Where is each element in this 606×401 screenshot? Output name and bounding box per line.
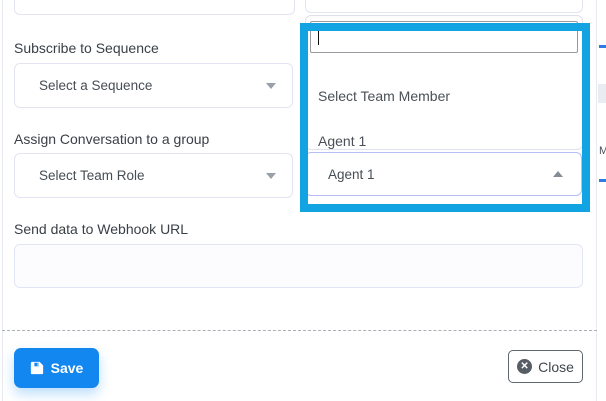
team-role-select[interactable]: Select Team Role [14,153,293,198]
close-button[interactable]: ✕ Close [508,350,583,383]
sequence-select[interactable]: Select a Sequence [14,63,293,108]
chevron-down-icon [266,173,276,179]
webhook-url-label: Send data to Webhook URL [14,221,188,237]
team-member-option-placeholder[interactable]: Select Team Member [318,88,450,104]
automation-settings-modal: M Subscribe to Sequence Select a Sequenc… [0,0,606,401]
team-member-dropdown-panel: Select Team Member Agent 1 [305,15,583,150]
save-floppy-icon [30,361,44,375]
close-circle-x-icon: ✕ [517,359,532,374]
background-partial-text: M [599,145,606,157]
team-member-select-value: Agent 1 [328,167,375,182]
save-button-label: Save [51,360,84,376]
chevron-down-icon [266,83,276,89]
footer-divider [2,330,597,331]
webhook-url-input[interactable] [14,244,583,288]
assign-group-label: Assign Conversation to a group [14,131,209,147]
save-button[interactable]: Save [14,348,99,388]
team-member-search-input[interactable] [310,21,578,53]
text-cursor [318,29,319,45]
sequence-select-value: Select a Sequence [39,78,152,93]
modal-left-border [2,0,3,401]
chevron-up-icon [553,171,563,177]
team-member-option-agent1[interactable]: Agent 1 [318,133,366,149]
close-button-label: Close [538,359,574,375]
cropped-input-left[interactable] [14,0,295,15]
background-link-dash [599,45,606,48]
team-member-select[interactable]: Agent 1 [305,152,582,196]
background-link-dash [599,179,606,182]
team-role-select-value: Select Team Role [39,168,145,183]
cropped-input-right[interactable] [305,0,583,13]
modal-right-border [596,0,597,401]
subscribe-sequence-label: Subscribe to Sequence [14,40,159,56]
background-block [598,84,606,103]
